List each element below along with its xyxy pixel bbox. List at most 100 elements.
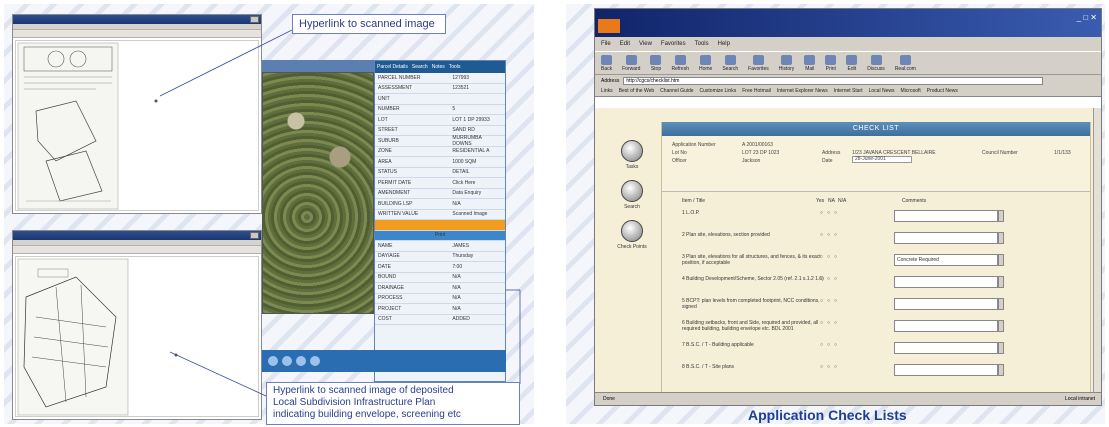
tasks-button-icon[interactable] [621,140,643,162]
lot-label: Lot No [672,150,687,156]
toolbar-label: Back [601,66,613,72]
callout-subdivision-plan: Hyperlink to scanned image of deposited … [266,382,520,425]
checklist-row: 6 Building setbacks, front and Side, req… [662,320,1092,338]
col-item: Item / Title [682,198,706,204]
checklist-radio-group[interactable]: ○○○ [820,342,841,348]
vertical-scrollbar[interactable] [1093,108,1101,394]
link-item[interactable]: Channel Guide [660,88,693,94]
toolbar-icon [804,55,816,65]
comment-input[interactable] [894,320,998,332]
toolbar-button[interactable]: Print [825,55,837,74]
checklist-question: 6 Building setbacks, front and Side, req… [682,320,819,332]
browser-window: _ □ ✕ File Edit View Favorites Tools Help Bac… [594,8,1102,406]
comment-input[interactable] [894,298,998,310]
toolbar-button[interactable]: History [778,55,795,74]
comment-input[interactable] [894,276,998,288]
comment-scroll-icon[interactable] [998,320,1004,332]
toolbar-button[interactable]: Discuss [867,55,885,74]
callout-line-3: indicating building envelope, screening … [273,409,461,420]
link-item[interactable]: Product News [927,88,958,94]
toolbar-icon [899,55,911,65]
checklist-radio-group[interactable]: ○○○ [820,320,841,326]
app-logo [598,19,620,33]
officer-label: Officer [672,158,687,164]
menu-item[interactable]: File [601,41,611,47]
callout-line-1: Hyperlink to scanned image of deposited [273,385,454,396]
address-label: Address [601,77,620,84]
window-controls[interactable]: _ □ ✕ [1077,13,1097,22]
toolbar-label: Home [698,66,713,72]
browser-titlebar: _ □ ✕ [595,9,1101,37]
menu-item[interactable]: Help [718,41,730,47]
toolbar-label: Refresh [671,66,689,72]
checklist-form: CHECK LIST Application Number A 2001/001… [661,122,1091,394]
comment-input[interactable] [894,342,998,354]
toolbar-icon [625,55,637,65]
link-item[interactable]: Free Hotmail [742,88,771,94]
council-number-label: Council Number [982,150,1018,156]
menu-item[interactable]: Edit [620,41,630,47]
toolbar-button[interactable]: Refresh [671,55,689,74]
toolbar-button[interactable]: Search [722,55,738,74]
app-number-label: Application Number [672,142,716,148]
comment-input[interactable] [894,232,998,244]
comment-scroll-icon[interactable] [998,210,1004,222]
side-label-search: Search [624,204,640,210]
date-input[interactable]: 28-June-2001 [852,156,912,163]
check-points-button-icon[interactable] [621,220,643,242]
callout-scanned-image: Hyperlink to scanned image [292,14,446,34]
toolbar-label: Mail [805,66,815,72]
date-label: Date [822,158,833,164]
toolbar-icon [752,55,764,65]
menu-item[interactable]: Tools [695,41,709,47]
toolbar-icon [724,55,736,65]
checklist-radio-group[interactable]: ○○○ [820,298,841,304]
col-na: NA [828,198,835,204]
toolbar-button[interactable]: Favorites [748,55,769,74]
toolbar-button[interactable]: Back [601,55,612,74]
toolbar-button[interactable]: Mail [804,55,816,74]
address-bar: Address http://cgcs/checklist.htm [595,75,1101,86]
toolbar-icon [825,55,837,65]
link-item[interactable]: Microsoft [900,88,920,94]
toolbar-icon [781,55,793,65]
toolbar-icon [650,55,662,65]
search-button-icon[interactable] [621,180,643,202]
comment-input[interactable] [894,364,998,376]
checklist-radio-group[interactable]: ○○○ [820,364,841,370]
link-item[interactable]: Internet Start [834,88,863,94]
menu-item[interactable]: Favorites [661,41,686,47]
toolbar-button[interactable]: Forward [622,55,640,74]
link-item[interactable]: Best of the Web [619,88,654,94]
checklist-radio-group[interactable]: ○○○ [820,210,841,216]
toolbar-icon [870,55,882,65]
comment-input[interactable] [894,210,998,222]
address-input[interactable]: http://cgcs/checklist.htm [623,76,1044,85]
comment-scroll-icon[interactable] [998,232,1004,244]
comment-scroll-icon[interactable] [998,342,1004,354]
link-item[interactable]: Customize Links [700,88,737,94]
comment-scroll-icon[interactable] [998,254,1004,266]
comment-input[interactable]: Concrete Required [894,254,998,266]
comment-scroll-icon[interactable] [998,276,1004,288]
checklist-radio-group[interactable]: ○○○ [820,254,841,260]
link-item[interactable]: Internet Explorer News [777,88,828,94]
toolbar-label: History [778,66,795,72]
status-zone: Local intranet [1064,396,1095,402]
comment-scroll-icon[interactable] [998,364,1004,376]
comment-scroll-icon[interactable] [998,298,1004,310]
callout-connector-lines [159,29,521,397]
checklist-radio-group[interactable]: ○○○ [820,232,841,238]
menu-item[interactable]: View [639,41,652,47]
checklist-row: 7 B.S.C. / T - Building applicable ○○○ [662,342,1092,360]
link-item[interactable]: Local News [869,88,895,94]
toolbar-button[interactable]: Real.com [895,55,916,74]
page: Parcel Details Search Notes Tools PARCEL… [0,0,1109,427]
checklist-row: 8 B.S.C. / T - Site plans ○○○ [662,364,1092,382]
checklist-question: 8 B.S.C. / T - Site plans [682,364,735,370]
checklist-radio-group[interactable]: ○○○ [820,276,841,282]
links-label: Links [601,88,613,94]
toolbar-button[interactable]: Edit [846,55,858,74]
toolbar-button[interactable]: Stop [650,55,662,74]
toolbar-button[interactable]: Home [699,55,712,74]
